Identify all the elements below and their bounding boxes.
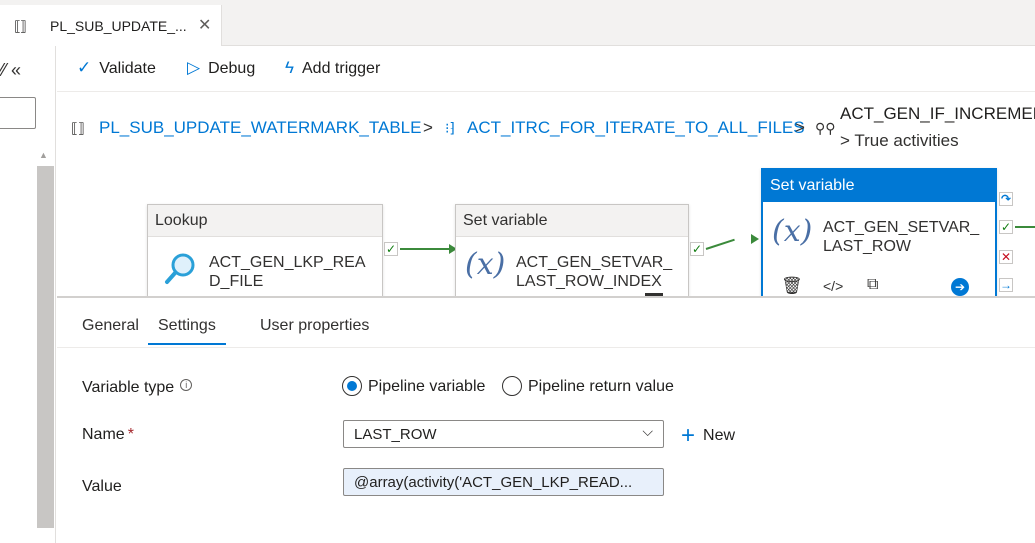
activity-type-label: Lookup <box>148 205 382 237</box>
name-label-text: Name <box>82 426 125 443</box>
activity-type-label: Set variable <box>763 170 995 202</box>
scroll-up-icon[interactable]: ▲ <box>39 150 48 160</box>
radio-pipeline-variable-label[interactable]: Pipeline variable <box>368 378 485 396</box>
toolbar: ✓ Validate ▷ Debug ϟ Add trigger <box>57 46 1035 92</box>
variable-type-label: Variable type i <box>82 379 193 397</box>
pipeline-icon: ⟦⟧ <box>14 18 27 34</box>
success-connector <box>1015 226 1035 228</box>
radio-pipeline-return-value-label[interactable]: Pipeline return value <box>528 378 674 396</box>
delete-icon[interactable]: 🗑 <box>781 276 803 296</box>
success-connector <box>400 248 452 250</box>
plus-icon: + <box>681 422 696 449</box>
sidebar-search-input[interactable] <box>0 97 36 129</box>
resource-sidebar: ⁄⁄ « ▲ <box>0 46 56 543</box>
search-icon <box>164 251 198 292</box>
breadcrumb: ⟦⟧ PL_SUB_UPDATE_WATERMARK_TABLE > ⁝⁆ AC… <box>57 92 1035 162</box>
success-output-icon[interactable]: ✓ <box>384 242 398 256</box>
trigger-icon: ϟ <box>285 58 294 77</box>
success-output-icon[interactable]: ✓ <box>690 242 704 256</box>
code-icon[interactable]: </> <box>823 278 843 294</box>
activity-name-line1: ACT_GEN_LKP_REA <box>209 254 366 271</box>
success-connector <box>705 238 735 250</box>
activity-type-label: Set variable <box>456 205 688 237</box>
breadcrumb-item-if-condition[interactable]: ACT_GEN_IF_INCREMENTAL <box>840 104 1035 124</box>
arrow-icon <box>751 234 759 244</box>
breadcrumb-item-pipeline[interactable]: PL_SUB_UPDATE_WATERMARK_TABLE <box>99 118 421 138</box>
copy-icon[interactable]: ⧉ <box>867 276 878 294</box>
value-expression-input[interactable]: @array(activity('ACT_GEN_LKP_READ... <box>343 468 664 496</box>
properties-tabs: General Settings User properties <box>57 298 1035 348</box>
breadcrumb-current-tail: > True activities <box>840 131 959 150</box>
debug-label: Debug <box>208 60 256 77</box>
breadcrumb-item-foreach[interactable]: ACT_ITRC_FOR_ITERATE_TO_ALL_FILES <box>467 118 805 138</box>
tab-pipeline[interactable]: ⟦⟧ PL_SUB_UPDATE_... ✕ <box>0 5 222 46</box>
collapse-sidebar-button[interactable]: ⁄⁄ « <box>0 60 21 81</box>
activity-name-line1: ACT_GEN_SETVAR_ <box>516 254 673 271</box>
validate-button[interactable]: ✓ Validate <box>77 58 156 78</box>
tab-general[interactable]: General <box>82 317 139 343</box>
success-output-icon[interactable]: ✓ <box>999 220 1013 234</box>
name-select-value: LAST_ROW <box>354 426 437 443</box>
chevron-down-icon: ⌵ <box>642 423 653 439</box>
properties-panel: General Settings User properties Variabl… <box>57 298 1035 543</box>
skipped-output-icon[interactable]: ↷ <box>999 192 1013 206</box>
tab-title: PL_SUB_UPDATE_... <box>50 18 187 34</box>
name-select[interactable]: LAST_ROW ⌵ <box>343 420 664 448</box>
new-variable-button[interactable]: + New <box>681 422 735 450</box>
if-condition-icon: ⚲⚲ <box>815 120 836 136</box>
pipeline-icon: ⟦⟧ <box>71 120 85 136</box>
checkmark-icon: ✓ <box>77 58 92 77</box>
radio-pipeline-return-value[interactable] <box>502 376 522 396</box>
activity-name-line2: LAST_ROW <box>823 238 912 255</box>
required-indicator: * <box>127 426 134 443</box>
completion-output-icon[interactable]: → <box>999 278 1013 292</box>
foreach-icon: ⁝⁆ <box>445 120 455 136</box>
validate-label: Validate <box>99 60 156 77</box>
name-label: Name * <box>82 426 134 444</box>
tab-user-properties[interactable]: User properties <box>260 317 369 343</box>
add-trigger-button[interactable]: ϟ Add trigger <box>285 58 380 78</box>
activity-name-line1: ACT_GEN_SETVAR_ <box>823 219 980 236</box>
debug-button[interactable]: ▷ Debug <box>187 58 255 78</box>
activity-name-line2: D_FILE <box>209 273 264 290</box>
failure-output-icon[interactable]: ✕ <box>999 250 1013 264</box>
pipeline-canvas[interactable]: Lookup ACT_GEN_LKP_REA D_FILE ✓ Set vari… <box>57 162 1035 296</box>
activity-node-lookup[interactable]: Lookup ACT_GEN_LKP_REA D_FILE <box>147 204 383 296</box>
splitter-handle[interactable] <box>645 293 663 296</box>
tab-settings[interactable]: Settings <box>148 317 226 345</box>
value-label: Value <box>82 478 122 495</box>
info-icon[interactable]: i <box>180 379 193 391</box>
go-arrow-icon[interactable]: ➔ <box>951 278 969 296</box>
activity-node-set-variable-1[interactable]: Set variable (x) ACT_GEN_SETVAR_ LAST_RO… <box>455 204 689 296</box>
radio-pipeline-variable[interactable] <box>342 376 362 396</box>
activity-node-set-variable-2[interactable]: Set variable (x) ACT_GEN_SETVAR_ LAST_RO… <box>761 168 997 296</box>
breadcrumb-separator: > <box>795 118 805 137</box>
activity-name-line2: LAST_ROW_INDEX <box>516 273 662 290</box>
new-variable-label: New <box>703 427 736 444</box>
variable-icon: (x) <box>465 247 506 282</box>
close-icon[interactable]: ✕ <box>198 15 211 35</box>
variable-icon: (x) <box>772 214 813 249</box>
breadcrumb-separator: > <box>423 118 433 137</box>
add-trigger-label: Add trigger <box>302 60 381 77</box>
variable-type-text: Variable type <box>82 379 175 396</box>
play-icon: ▷ <box>187 58 201 77</box>
tab-bar: ⟦⟧ PL_SUB_UPDATE_... ✕ <box>0 0 1035 46</box>
sidebar-scrollbar-thumb[interactable] <box>37 166 54 528</box>
